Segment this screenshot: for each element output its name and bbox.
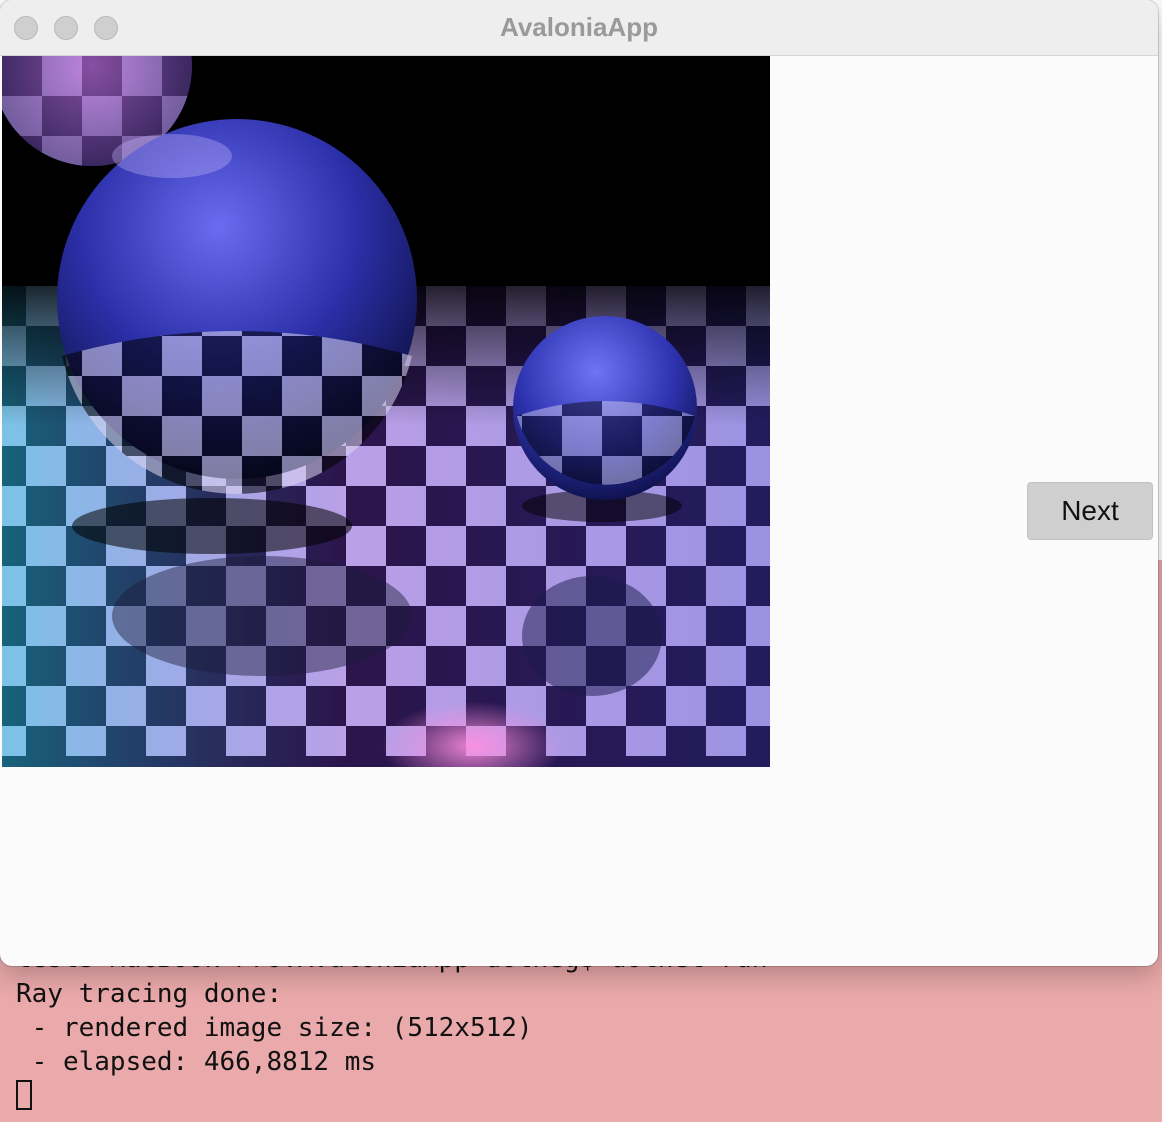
next-button[interactable]: Next xyxy=(1027,482,1153,540)
title-bar[interactable]: AvaloniaApp xyxy=(0,0,1158,56)
raytraced-image xyxy=(2,56,770,767)
app-window: AvaloniaApp Next xyxy=(0,0,1158,966)
terminal-output-line: - rendered image size: (512x512) xyxy=(16,1013,533,1043)
window-title: AvaloniaApp xyxy=(500,12,658,42)
terminal-output-line: - elapsed: 466,8812 ms xyxy=(16,1047,377,1077)
terminal-cursor xyxy=(16,1080,32,1110)
terminal-output-line: Ray tracing done: xyxy=(16,979,283,1009)
raytraced-scene-image xyxy=(2,56,770,767)
